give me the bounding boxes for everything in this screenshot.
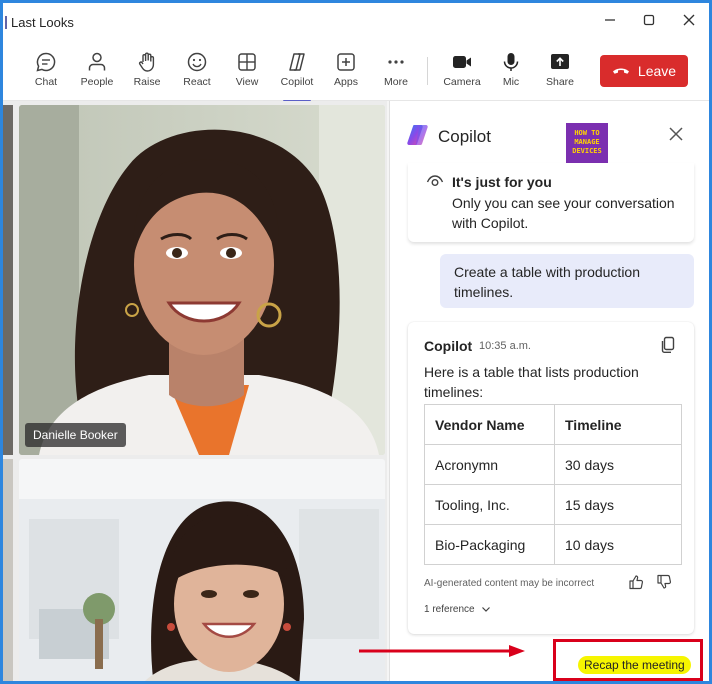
table-cell: Bio-Packaging [424,524,555,565]
view-button[interactable]: View [225,51,269,95]
table-row: Tooling, Inc. 15 days [424,484,682,525]
share-button[interactable]: Share [538,51,582,95]
video-tile-participant-2[interactable] [19,459,385,681]
participant-video-danielle [19,105,385,455]
brand-watermark-logo: HOW TO MANAGE DEVICES [566,123,608,163]
apps-icon [337,53,355,71]
meeting-toolbar: Chat People Raise React View Copilot App… [3,43,709,102]
app-window: Last Looks Chat People Raise React View … [0,0,712,684]
table-header-cell: Timeline [554,404,682,445]
table-cell: 15 days [554,484,682,525]
privacy-notice-card: It's just for you Only you can see your … [408,163,694,242]
table-row: Bio-Packaging 10 days [424,524,682,565]
table-cell: Acronymn [424,444,555,485]
references-toggle[interactable]: 1 reference [424,604,491,615]
phone-hangup-icon [612,68,629,74]
eye-icon [426,175,444,186]
table-row: Acronymn 30 days [424,444,682,485]
grid-icon [238,53,256,71]
table-header-row: Vendor Name Timeline [424,404,682,445]
apps-label: Apps [334,76,358,88]
raise-hand-icon [138,52,155,72]
copilot-button[interactable]: Copilot [275,51,319,102]
user-prompt-bubble: Create a table with production timelines… [440,254,694,308]
copilot-panel-header: Copilot HOW TO MANAGE DEVICES [390,101,709,169]
copilot-logo-icon [407,125,428,145]
close-panel-button[interactable] [668,125,684,148]
table-cell: 30 days [554,444,682,485]
camera-label: Camera [443,76,481,88]
privacy-title: It's just for you [452,174,552,190]
production-timeline-table: Vendor Name Timeline Acronymn 30 days To… [424,404,682,565]
mic-button[interactable]: Mic [489,51,533,95]
response-author: Copilot [424,338,473,354]
copilot-response-card: Copilot 10:35 a.m. Here is a table that … [408,322,694,634]
video-tile-edge [3,105,13,455]
mic-icon [503,53,519,71]
chat-label: Chat [34,76,58,88]
video-tile-danielle[interactable]: Danielle Booker [19,105,385,455]
suggestion-highlight-box: Recap the meeting [553,639,703,681]
minimize-icon[interactable] [600,13,620,33]
video-stage: Danielle Booker [3,101,387,681]
react-label: React [183,76,211,88]
copilot-label: Copilot [280,76,314,88]
copy-icon[interactable] [660,336,676,354]
maximize-icon[interactable] [639,13,659,33]
annotation-arrow-icon [359,645,525,657]
references-label: 1 reference [424,604,475,615]
title-bar: Last Looks [3,3,709,43]
people-icon [88,52,106,71]
react-button[interactable]: React [175,51,219,95]
view-label: View [235,76,259,88]
camera-icon [453,56,471,68]
window-title: Last Looks [5,15,74,30]
close-icon[interactable] [679,13,699,33]
participant-video-2 [19,459,385,681]
more-icon [388,60,404,64]
copilot-panel: Copilot HOW TO MANAGE DEVICES It's just fo… [389,101,709,681]
smiley-icon [187,52,207,72]
chat-icon [36,52,56,72]
people-label: People [80,76,114,88]
recap-meeting-suggestion[interactable]: Recap the meeting [578,656,691,674]
copilot-icon [289,53,305,71]
table-header-cell: Vendor Name [424,404,555,445]
chat-button[interactable]: Chat [24,51,68,95]
table-cell: Tooling, Inc. [424,484,555,525]
share-label: Share [545,76,575,88]
copilot-panel-title: Copilot [438,127,491,146]
toolbar-divider [427,57,428,85]
raise-hand-button[interactable]: Raise [125,51,169,95]
mic-label: Mic [502,76,520,88]
raise-label: Raise [133,76,161,88]
response-intro: Here is a table that lists production ti… [424,364,639,400]
participant-name-tag: Danielle Booker [25,423,126,447]
privacy-text: Only you can see your conversation with … [452,195,675,231]
camera-button[interactable]: Camera [440,51,484,95]
leave-label: Leave [637,63,677,79]
thumbs-up-icon[interactable] [628,574,644,590]
leave-button[interactable]: Leave [600,55,688,87]
close-icon [669,127,683,141]
table-cell: 10 days [554,524,682,565]
chevron-down-icon [482,607,491,613]
response-timestamp: 10:35 a.m. [479,340,531,352]
thumbs-down-icon[interactable] [656,574,672,590]
share-icon [551,54,569,69]
more-label: More [384,76,408,88]
apps-button[interactable]: Apps [324,51,368,95]
video-tile-edge [3,459,13,681]
more-button[interactable]: More [374,51,418,95]
people-button[interactable]: People [75,51,119,95]
ai-disclaimer: AI-generated content may be incorrect [424,578,595,589]
